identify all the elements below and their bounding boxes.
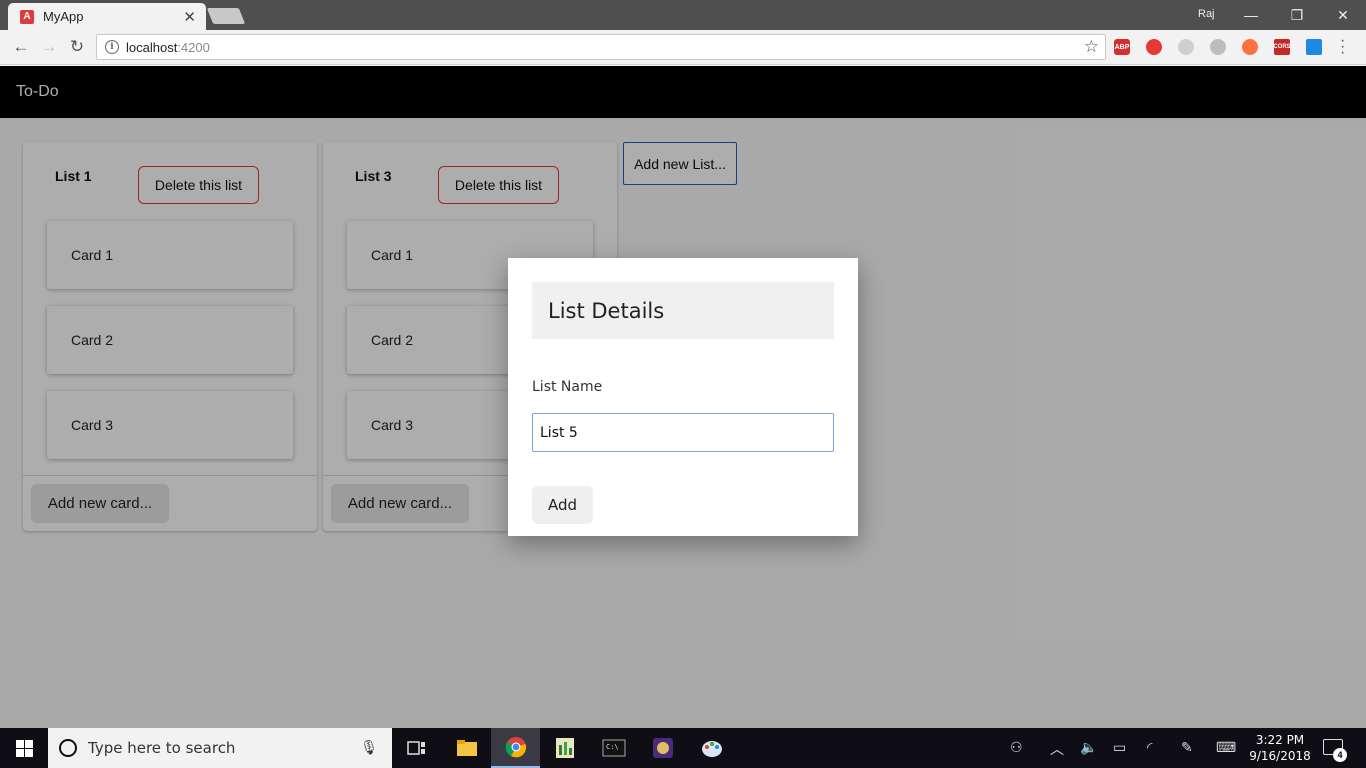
people-icon[interactable]: ⚇ xyxy=(1010,739,1023,756)
profile-name[interactable]: Raj xyxy=(1198,8,1215,20)
bookmark-star-icon[interactable]: ☆ xyxy=(1084,37,1099,57)
url-text[interactable]: localhost:4200 xyxy=(126,40,210,55)
tab-title: MyApp xyxy=(43,9,84,24)
reload-icon[interactable]: ↻ xyxy=(66,36,88,58)
svg-text:C:\: C:\ xyxy=(606,743,619,751)
opera-extension-icon[interactable] xyxy=(1146,39,1162,55)
add-list-submit-button[interactable]: Add xyxy=(532,486,593,524)
app-icon[interactable] xyxy=(638,728,687,768)
pen-icon[interactable]: ✎ xyxy=(1181,739,1193,756)
fire-extension-icon[interactable] xyxy=(1242,39,1258,55)
adblock-extension-icon[interactable]: ABP xyxy=(1114,39,1130,55)
forward-icon[interactable]: → xyxy=(38,36,60,58)
battery-icon[interactable]: ▭ xyxy=(1113,739,1126,756)
cortana-icon xyxy=(59,739,77,757)
terminal-icon[interactable]: C:\ xyxy=(589,728,638,768)
keyboard-icon[interactable]: ⌨ xyxy=(1216,739,1236,756)
list-name-input[interactable] xyxy=(532,413,834,452)
browser-menu-icon[interactable]: · · · xyxy=(1340,33,1345,61)
list-name-label: List Name xyxy=(532,379,603,395)
back-icon[interactable]: ← xyxy=(10,36,32,58)
download-extension-icon[interactable] xyxy=(1306,39,1322,55)
close-window-icon[interactable]: ✕ xyxy=(1320,2,1366,28)
task-view-icon[interactable] xyxy=(392,728,441,768)
file-explorer-icon[interactable] xyxy=(442,728,491,768)
restore-icon[interactable]: ❐ xyxy=(1274,2,1320,28)
clock-date: 9/16/2018 xyxy=(1249,749,1311,763)
taskbar: Type here to search 🎙 C:\ ⚇ ︿ 🔈 ▭ ◜ ✎ ⌨ … xyxy=(0,728,1366,768)
browser-toolbar: ← → ↻ i localhost:4200 ☆ ABP CORS · · · xyxy=(0,30,1366,65)
browser-tabbar: A MyApp ✕ Raj — ❐ ✕ xyxy=(0,0,1366,30)
new-tab-button[interactable] xyxy=(206,8,246,24)
minimize-icon[interactable]: — xyxy=(1228,2,1274,28)
windows-start-icon[interactable] xyxy=(0,728,48,768)
notification-badge: 4 xyxy=(1333,748,1347,762)
chrome-icon[interactable] xyxy=(491,728,540,768)
browser-tab[interactable]: A MyApp ✕ xyxy=(8,3,206,30)
taskbar-clock[interactable]: 3:22 PM 9/16/2018 xyxy=(1248,732,1312,764)
microphone-icon[interactable]: 🎙 xyxy=(360,739,378,756)
wifi-icon[interactable]: ◜ xyxy=(1147,739,1152,756)
dialog-title: List Details xyxy=(548,298,665,323)
search-placeholder: Type here to search xyxy=(88,739,236,757)
info-icon[interactable]: i xyxy=(105,40,119,54)
chevron-up-icon[interactable]: ︿ xyxy=(1050,739,1064,759)
clock-time: 3:22 PM xyxy=(1255,733,1305,747)
puzzle-extension-icon[interactable] xyxy=(1178,39,1194,55)
close-tab-icon[interactable]: ✕ xyxy=(183,8,196,26)
volume-icon[interactable]: 🔈 xyxy=(1080,739,1097,756)
angular-icon: A xyxy=(20,9,34,24)
paint-icon[interactable] xyxy=(687,728,736,768)
taskbar-search-box[interactable]: Type here to search 🎙 xyxy=(48,728,392,768)
spreadsheet-app-icon[interactable] xyxy=(540,728,589,768)
dialog-header: List Details xyxy=(532,282,834,339)
cors-extension-icon[interactable]: CORS xyxy=(1273,39,1291,55)
address-bar[interactable]: i localhost:4200 ☆ xyxy=(96,34,1106,60)
circle-extension-icon[interactable] xyxy=(1210,39,1226,55)
list-details-dialog: List Details List Name Add xyxy=(508,258,858,536)
